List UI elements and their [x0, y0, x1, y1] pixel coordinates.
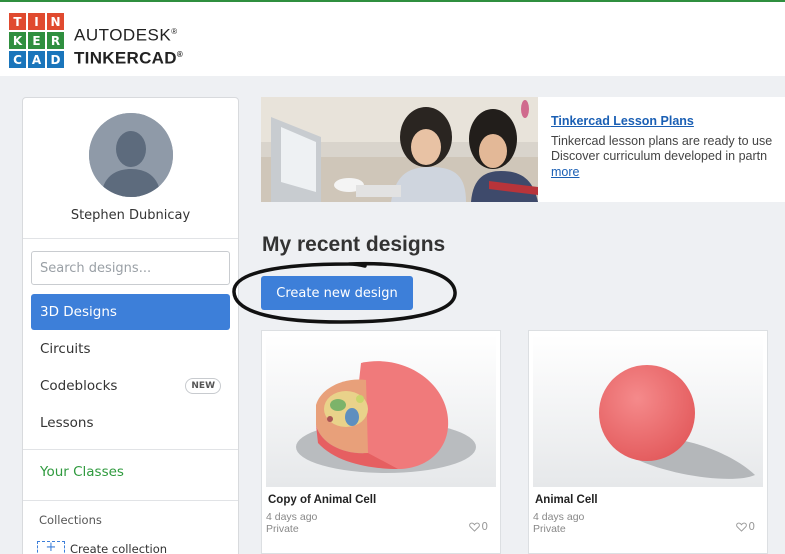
sidebar-item-codeblocks[interactable]: Codeblocks NEW	[31, 368, 230, 404]
logo-letter: R	[47, 32, 64, 49]
like-count-value: 0	[481, 521, 488, 533]
banner-description-2: Discover curriculum developed in partn	[551, 149, 768, 163]
divider	[23, 238, 238, 239]
logo-letter: K	[9, 32, 26, 49]
your-classes-link[interactable]: Your Classes	[40, 464, 124, 480]
sidebar-item-label: Codeblocks	[40, 378, 118, 394]
create-collection-button[interactable]: + Create collection	[37, 541, 167, 554]
sidebar-item-lessons[interactable]: Lessons	[31, 405, 230, 441]
like-count-value: 0	[748, 521, 755, 533]
avatar[interactable]	[89, 113, 173, 197]
divider	[23, 500, 238, 501]
sidebar-item-label: Circuits	[40, 341, 91, 357]
tinkercad-logo[interactable]: T I N K E R C A D	[9, 13, 64, 68]
design-title[interactable]: Animal Cell	[535, 494, 598, 506]
design-card[interactable]: Copy of Animal Cell 4 days ago Private 0	[261, 330, 501, 554]
divider	[23, 449, 238, 450]
design-thumbnail[interactable]	[266, 335, 496, 487]
username: Stephen Dubnicay	[70, 208, 191, 223]
banner-photo[interactable]	[261, 97, 538, 202]
banner-title-link[interactable]: Tinkercad Lesson Plans	[551, 114, 785, 128]
design-date: 4 days ago	[266, 511, 318, 523]
banner-text: Tinkercad Lesson Plans Tinkercad lesson …	[551, 114, 785, 179]
new-badge: NEW	[185, 378, 221, 394]
user-silhouette-icon	[89, 113, 173, 197]
lesson-plans-banner: Tinkercad Lesson Plans Tinkercad lesson …	[261, 97, 785, 202]
logo-letter: E	[28, 32, 45, 49]
brand-tinkercad: TINKERCAD	[74, 48, 177, 68]
banner-more-link[interactable]: more	[551, 165, 785, 179]
brand-line-1: AUTODESK®	[74, 22, 183, 45]
top-bar: T I N K E R C A D AUTODESK® TINKERCAD®	[0, 0, 785, 76]
logo-letter: N	[47, 13, 64, 30]
design-card[interactable]: Animal Cell 4 days ago Private 0	[528, 330, 768, 554]
brand-line-2: TINKERCAD®	[74, 45, 184, 68]
banner-description-1: Tinkercad lesson plans are ready to use	[551, 134, 773, 148]
logo-letter: C	[9, 51, 26, 68]
sidebar-item-circuits[interactable]: Circuits	[31, 331, 230, 367]
logo-letter: T	[9, 13, 26, 30]
logo-letter: I	[28, 13, 45, 30]
create-new-design-button[interactable]: Create new design	[261, 276, 413, 310]
plus-icon: +	[37, 541, 65, 554]
collections-heading: Collections	[39, 513, 102, 527]
sidebar-item-label: Lessons	[40, 415, 94, 431]
design-privacy: Private	[266, 523, 299, 535]
brand-autodesk: AUTODESK	[74, 25, 172, 45]
sidebar: Stephen Dubnicay 3D Designs Circuits Cod…	[22, 97, 239, 554]
create-collection-label: Create collection	[70, 542, 168, 554]
brand-wordmark: AUTODESK® TINKERCAD®	[74, 22, 184, 68]
brand-reg-mark: ®	[171, 27, 178, 36]
design-title[interactable]: Copy of Animal Cell	[268, 494, 376, 506]
sidebar-item-label: 3D Designs	[40, 304, 117, 320]
like-count[interactable]: 0	[469, 521, 488, 533]
heart-icon	[469, 522, 481, 532]
design-privacy: Private	[533, 523, 566, 535]
sidebar-item-3d-designs[interactable]: 3D Designs	[31, 294, 230, 330]
design-thumbnail[interactable]	[533, 335, 763, 487]
heart-icon	[736, 522, 748, 532]
logo-letter: A	[28, 51, 45, 68]
logo-letter: D	[47, 51, 64, 68]
page-title: My recent designs	[262, 233, 446, 256]
like-count[interactable]: 0	[736, 521, 755, 533]
design-date: 4 days ago	[533, 511, 585, 523]
search-designs-input[interactable]	[31, 251, 230, 285]
brand-reg-mark-2: ®	[176, 49, 184, 59]
